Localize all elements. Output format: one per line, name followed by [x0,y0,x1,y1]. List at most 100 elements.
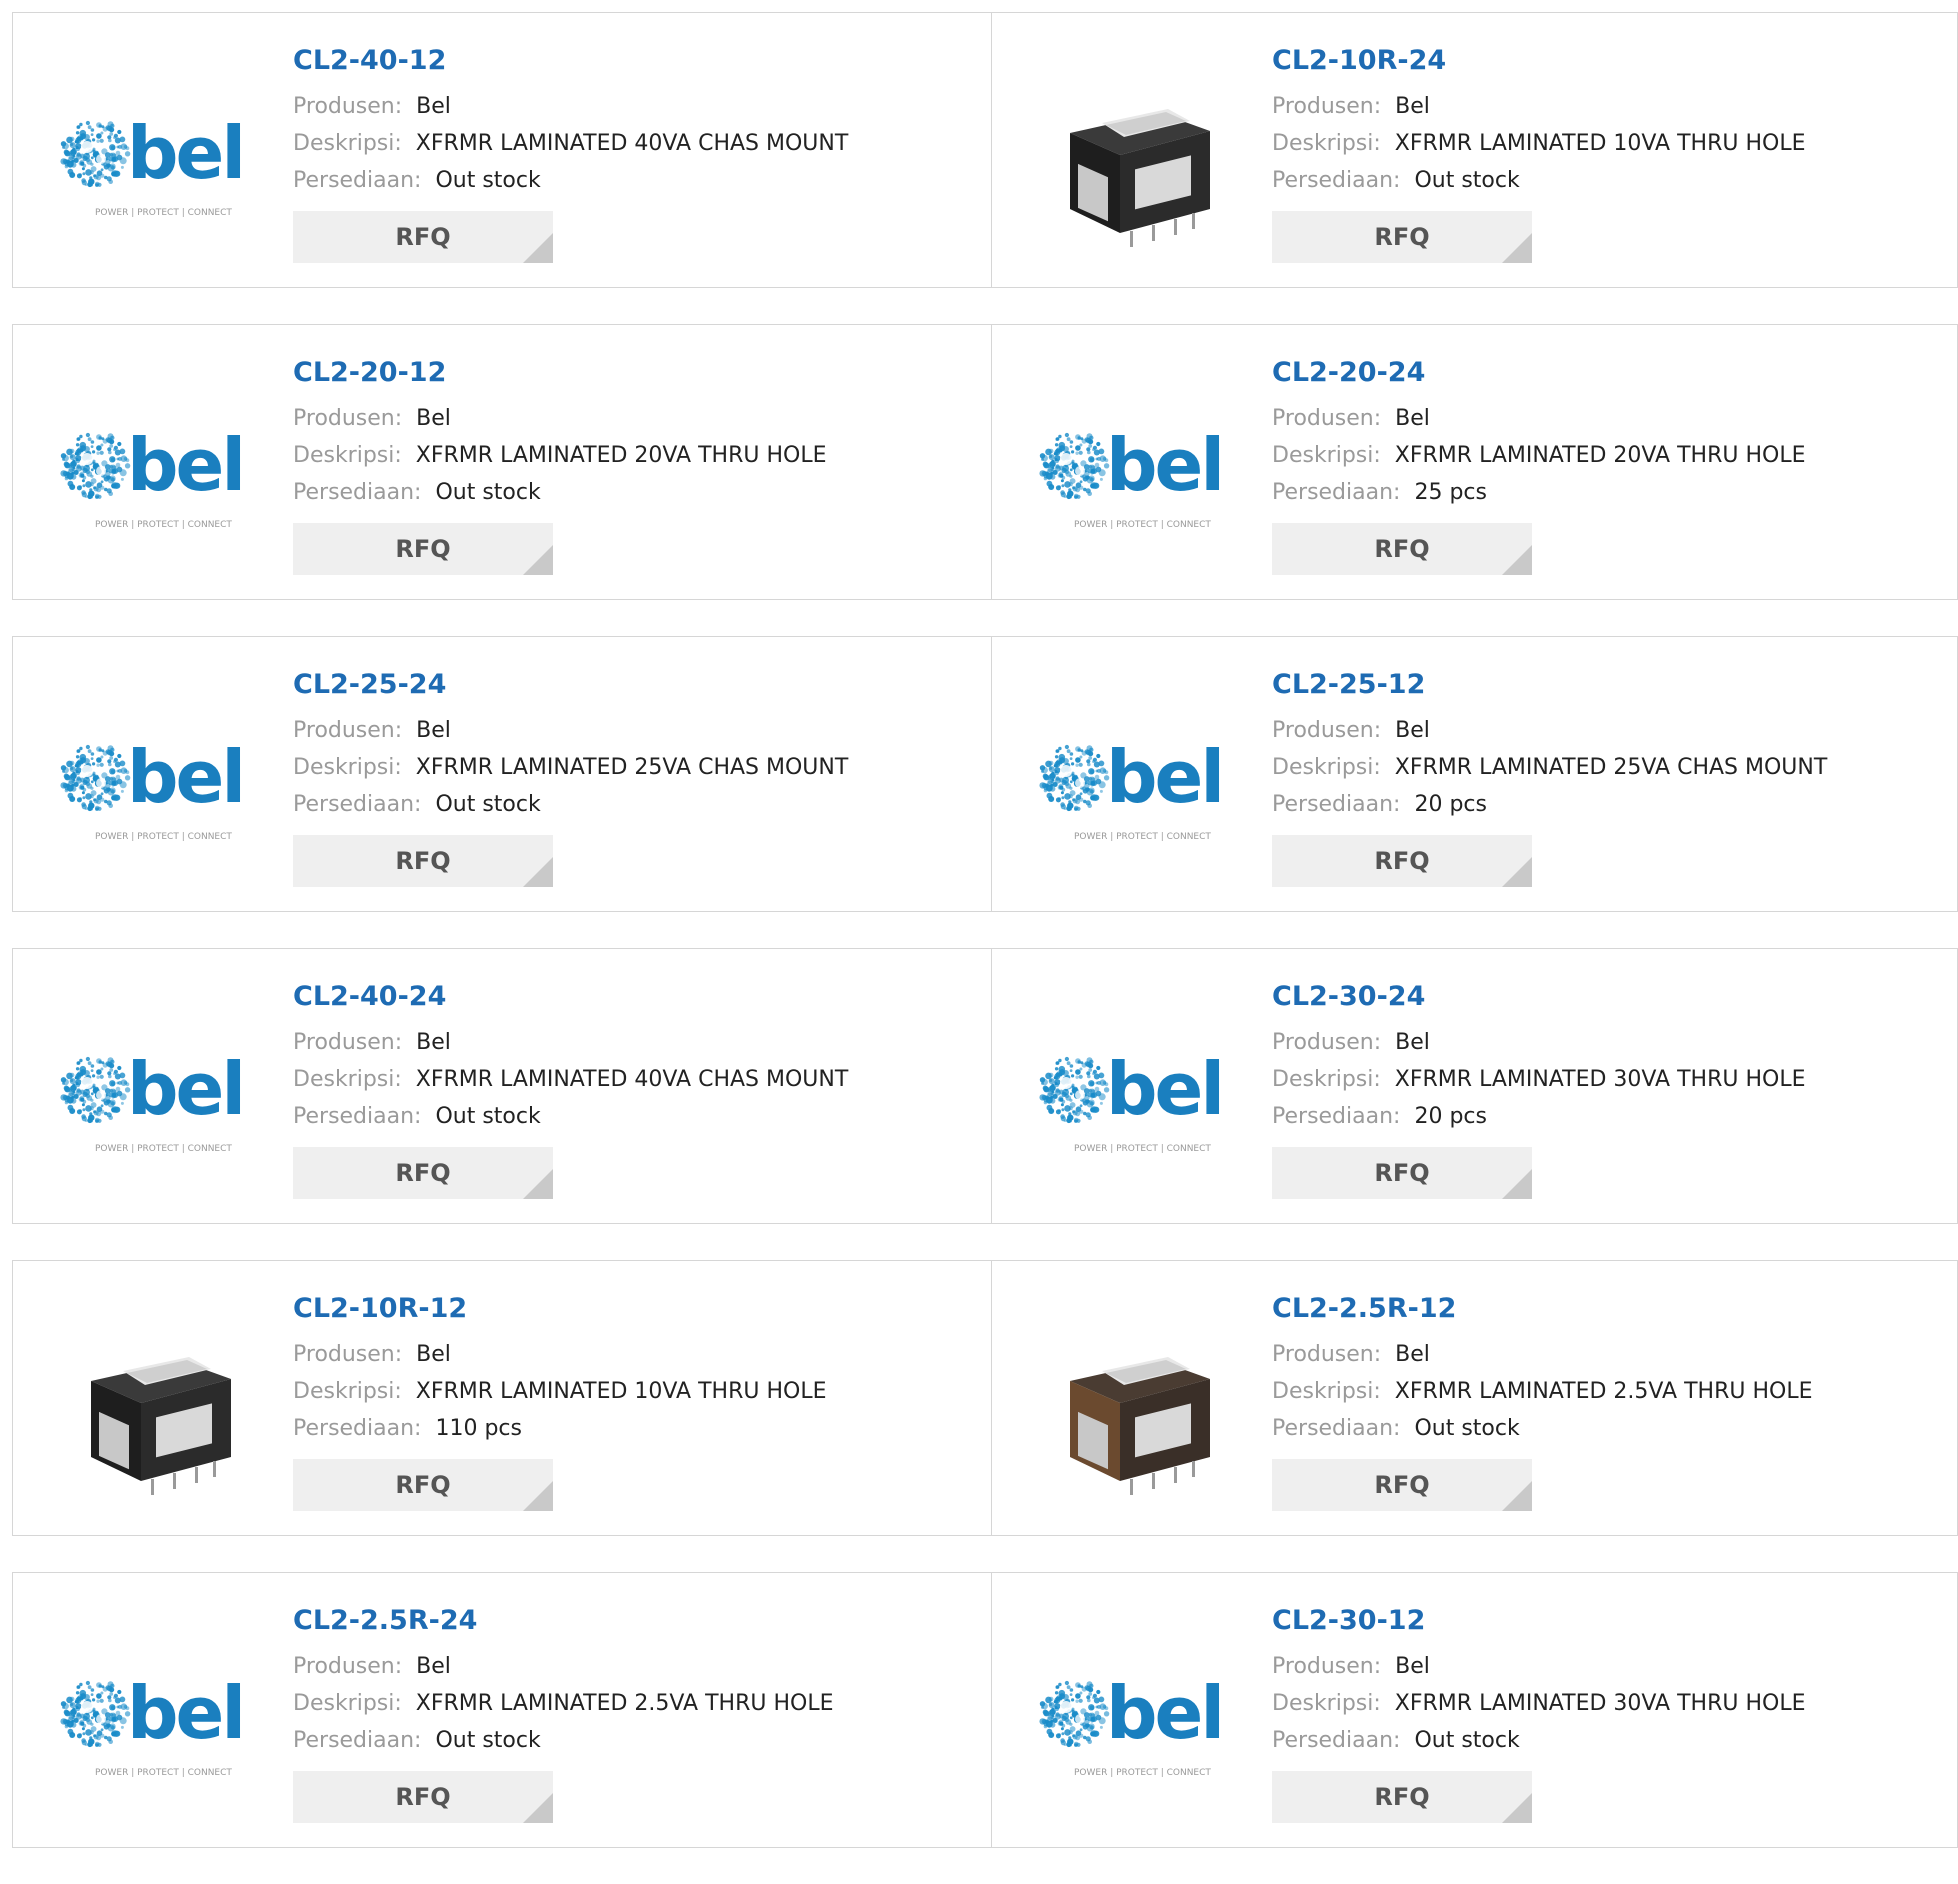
bel-logo-image[interactable]: bel POWER | PROTECT | CONNECT [51,999,261,1199]
description-line: Deskripsi: XFRMR LAMINATED 20VA THRU HOLE [293,437,826,474]
manufacturer-line: Produsen: Bel [1272,1336,1812,1373]
rfq-label: RFQ [395,1783,451,1811]
rfq-button[interactable]: RFQ [1272,1771,1532,1823]
description-value: XFRMR LAMINATED 25VA CHAS MOUNT [1394,755,1828,780]
stock-value: Out stock [435,480,541,505]
description-value: XFRMR LAMINATED 10VA THRU HOLE [415,1379,827,1404]
manufacturer-label: Produsen: [293,718,403,743]
manufacturer-line: Produsen: Bel [293,1336,826,1373]
rfq-button[interactable]: RFQ [1272,1147,1532,1199]
product-info: CL2-20-24 Produsen: Bel Deskripsi: XFRMR LAM… [1272,355,1805,575]
rfq-button[interactable]: RFQ [1272,1459,1532,1511]
product-photo[interactable] [1030,63,1240,263]
svg-text:bel: bel [127,1671,243,1755]
svg-text:POWER | PROTECT | CONNECT: POWER | PROTECT | CONNECT [95,520,232,530]
description-value: XFRMR LAMINATED 40VA CHAS MOUNT [415,131,849,156]
manufacturer-value: Bel [1395,406,1430,431]
stock-line: Persediaan: Out stock [293,1098,848,1135]
bel-logo-image[interactable]: bel POWER | PROTECT | CONNECT [51,63,261,263]
description-value: XFRMR LAMINATED 30VA THRU HOLE [1394,1067,1806,1092]
stock-label: Persediaan: [293,792,422,817]
rfq-button[interactable]: RFQ [293,1459,553,1511]
stock-label: Persediaan: [1272,1728,1401,1753]
description-value: XFRMR LAMINATED 2.5VA THRU HOLE [415,1691,834,1716]
bel-logo-image[interactable]: bel POWER | PROTECT | CONNECT [1030,999,1240,1199]
product-info: CL2-20-12 Produsen: Bel Deskripsi: XFRMR LAM… [293,355,826,575]
rfq-label: RFQ [1374,1159,1430,1187]
product-photo[interactable] [51,1311,261,1511]
manufacturer-label: Produsen: [1272,406,1382,431]
product-photo[interactable] [1030,1311,1240,1511]
part-number-link[interactable]: CL2-20-24 [1272,355,1805,391]
stock-line: Persediaan: 20 pcs [1272,786,1827,823]
bel-logo-image[interactable]: bel POWER | PROTECT | CONNECT [51,1623,261,1823]
part-number-link[interactable]: CL2-40-12 [293,43,848,79]
rfq-button[interactable]: RFQ [293,835,553,887]
product-info: CL2-10R-24 Produsen: Bel Deskripsi: XFRMR LA… [1272,43,1805,263]
manufacturer-value: Bel [416,1342,451,1367]
stock-line: Persediaan: Out stock [293,162,848,199]
rfq-button[interactable]: RFQ [293,1771,553,1823]
rfq-label: RFQ [1374,847,1430,875]
description-value: XFRMR LAMINATED 10VA THRU HOLE [1394,131,1806,156]
description-label: Deskripsi: [293,1067,402,1092]
rfq-button[interactable]: RFQ [1272,835,1532,887]
part-number-link[interactable]: CL2-20-12 [293,355,826,391]
svg-text:bel: bel [127,1047,243,1131]
stock-line: Persediaan: 25 pcs [1272,474,1805,511]
part-number-link[interactable]: CL2-10R-24 [1272,43,1805,79]
svg-text:bel: bel [127,735,243,819]
stock-line: Persediaan: 110 pcs [293,1410,826,1447]
description-label: Deskripsi: [293,755,402,780]
rfq-button[interactable]: RFQ [293,523,553,575]
manufacturer-label: Produsen: [1272,1654,1382,1679]
rfq-button[interactable]: RFQ [293,1147,553,1199]
stock-label: Persediaan: [293,1728,422,1753]
product-card: bel POWER | PROTECT | CONNECT CL2-2.5R-24 P… [13,1573,991,1847]
description-line: Deskripsi: XFRMR LAMINATED 25VA CHAS MOUN… [293,749,848,786]
rfq-button[interactable]: RFQ [293,211,553,263]
part-number-link[interactable]: CL2-30-12 [1272,1603,1805,1639]
svg-text:bel: bel [127,111,243,195]
part-number-link[interactable]: CL2-10R-12 [293,1291,826,1327]
description-line: Deskripsi: XFRMR LAMINATED 2.5VA THRU HOL… [1272,1373,1812,1410]
part-number-link[interactable]: CL2-2.5R-24 [293,1603,833,1639]
part-number-link[interactable]: CL2-30-24 [1272,979,1805,1015]
part-number-link[interactable]: CL2-25-24 [293,667,848,703]
manufacturer-line: Produsen: Bel [293,712,848,749]
manufacturer-label: Produsen: [1272,1342,1382,1367]
manufacturer-line: Produsen: Bel [293,1024,848,1061]
product-row: bel POWER | PROTECT | CONNECT CL2-40-12 Pro… [12,12,1958,288]
description-line: Deskripsi: XFRMR LAMINATED 40VA CHAS MOUN… [293,125,848,162]
description-label: Deskripsi: [293,443,402,468]
part-number-link[interactable]: CL2-2.5R-12 [1272,1291,1812,1327]
bel-logo-image[interactable]: bel POWER | PROTECT | CONNECT [51,375,261,575]
description-label: Deskripsi: [1272,1067,1381,1092]
stock-label: Persediaan: [1272,792,1401,817]
stock-value: Out stock [1414,168,1520,193]
product-row: bel POWER | PROTECT | CONNECT CL2-40-24 Pro… [12,948,1958,1224]
product-card: bel POWER | PROTECT | CONNECT CL2-20-12 Pro… [13,325,991,599]
manufacturer-line: Produsen: Bel [1272,88,1805,125]
manufacturer-line: Produsen: Bel [293,88,848,125]
rfq-label: RFQ [1374,1471,1430,1499]
bel-logo-image[interactable]: bel POWER | PROTECT | CONNECT [1030,687,1240,887]
stock-label: Persediaan: [293,1104,422,1129]
svg-text:POWER | PROTECT | CONNECT: POWER | PROTECT | CONNECT [95,1768,232,1778]
rfq-button[interactable]: RFQ [1272,523,1532,575]
stock-label: Persediaan: [293,480,422,505]
rfq-button[interactable]: RFQ [1272,211,1532,263]
part-number-link[interactable]: CL2-25-12 [1272,667,1827,703]
manufacturer-label: Produsen: [293,1654,403,1679]
bel-logo-image[interactable]: bel POWER | PROTECT | CONNECT [1030,375,1240,575]
bel-logo-image[interactable]: bel POWER | PROTECT | CONNECT [1030,1623,1240,1823]
stock-line: Persediaan: Out stock [293,1722,833,1759]
part-number-link[interactable]: CL2-40-24 [293,979,848,1015]
manufacturer-value: Bel [1395,1030,1430,1055]
svg-text:bel: bel [1106,423,1222,507]
rfq-label: RFQ [395,1471,451,1499]
description-label: Deskripsi: [1272,755,1381,780]
description-line: Deskripsi: XFRMR LAMINATED 40VA CHAS MOUN… [293,1061,848,1098]
manufacturer-value: Bel [416,406,451,431]
bel-logo-image[interactable]: bel POWER | PROTECT | CONNECT [51,687,261,887]
